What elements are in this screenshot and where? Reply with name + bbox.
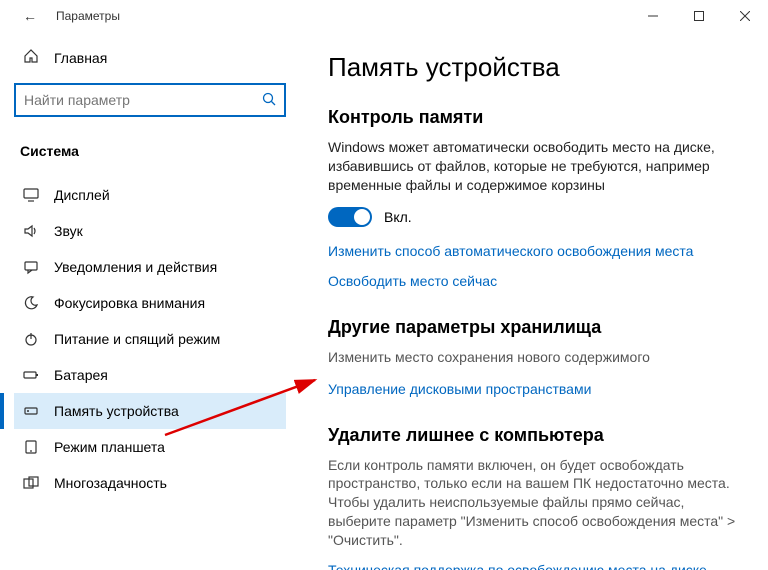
sidebar: Главная Система Дисплей Звук Уведомления…: [0, 32, 300, 570]
content-area: Память устройства Контроль памяти Window…: [300, 32, 768, 570]
sidebar-item-display[interactable]: Дисплей: [14, 177, 286, 213]
page-title: Память устройства: [328, 52, 740, 83]
notif-icon: [20, 259, 42, 275]
sidebar-item-label: Батарея: [54, 367, 108, 383]
storage-sense-desc: Windows может автоматически освободить м…: [328, 138, 740, 195]
change-save-location-link[interactable]: Изменить место сохранения нового содержи…: [328, 348, 740, 367]
sidebar-item-power[interactable]: Питание и спящий режим: [14, 321, 286, 357]
sidebar-item-label: Дисплей: [54, 187, 110, 203]
multi-icon: [20, 475, 42, 491]
free-now-link[interactable]: Освободить место сейчас: [328, 273, 740, 289]
cleanup-desc: Если контроль памяти включен, он будет о…: [328, 456, 740, 550]
sidebar-home[interactable]: Главная: [14, 40, 286, 75]
sidebar-home-label: Главная: [54, 50, 107, 66]
sidebar-item-battery[interactable]: Батарея: [14, 357, 286, 393]
sidebar-item-label: Фокусировка внимания: [54, 295, 205, 311]
power-icon: [20, 331, 42, 347]
sidebar-item-notifications[interactable]: Уведомления и действия: [14, 249, 286, 285]
sidebar-item-focus[interactable]: Фокусировка внимания: [14, 285, 286, 321]
display-icon: [20, 187, 42, 203]
maximize-button[interactable]: [676, 0, 722, 32]
sidebar-item-label: Звук: [54, 223, 83, 239]
sidebar-item-storage[interactable]: Память устройства: [14, 393, 286, 429]
cleanup-title: Удалите лишнее с компьютера: [328, 425, 740, 446]
sidebar-item-label: Уведомления и действия: [54, 259, 217, 275]
close-button[interactable]: [722, 0, 768, 32]
cleanup-support-link[interactable]: Техническая поддержка по освобождению ме…: [328, 562, 740, 570]
search-icon: [262, 92, 276, 109]
sidebar-item-label: Режим планшета: [54, 439, 165, 455]
storage-sense-toggle[interactable]: [328, 207, 372, 227]
tablet-icon: [20, 439, 42, 455]
sidebar-item-label: Память устройства: [54, 403, 179, 419]
storage-sense-title: Контроль памяти: [328, 107, 740, 128]
other-storage-title: Другие параметры хранилища: [328, 317, 740, 338]
sidebar-item-tablet[interactable]: Режим планшета: [14, 429, 286, 465]
back-button[interactable]: ←: [14, 8, 46, 24]
window-title: Параметры: [56, 9, 120, 23]
search-input-wrap[interactable]: [14, 83, 286, 117]
minimize-button[interactable]: [630, 0, 676, 32]
home-icon: [20, 48, 42, 67]
sound-icon: [20, 223, 42, 239]
sidebar-item-sound[interactable]: Звук: [14, 213, 286, 249]
sidebar-item-label: Многозадачность: [54, 475, 167, 491]
sidebar-item-label: Питание и спящий режим: [54, 331, 220, 347]
battery-icon: [20, 367, 42, 383]
change-auto-free-link[interactable]: Изменить способ автоматического освобожд…: [328, 243, 740, 259]
toggle-label: Вкл.: [384, 209, 412, 225]
search-input[interactable]: [24, 92, 262, 108]
storage-icon: [20, 403, 42, 419]
focus-icon: [20, 295, 42, 311]
sidebar-item-multitask[interactable]: Многозадачность: [14, 465, 286, 501]
manage-spaces-link[interactable]: Управление дисковыми пространствами: [328, 381, 740, 397]
sidebar-section-title: Система: [14, 137, 286, 177]
